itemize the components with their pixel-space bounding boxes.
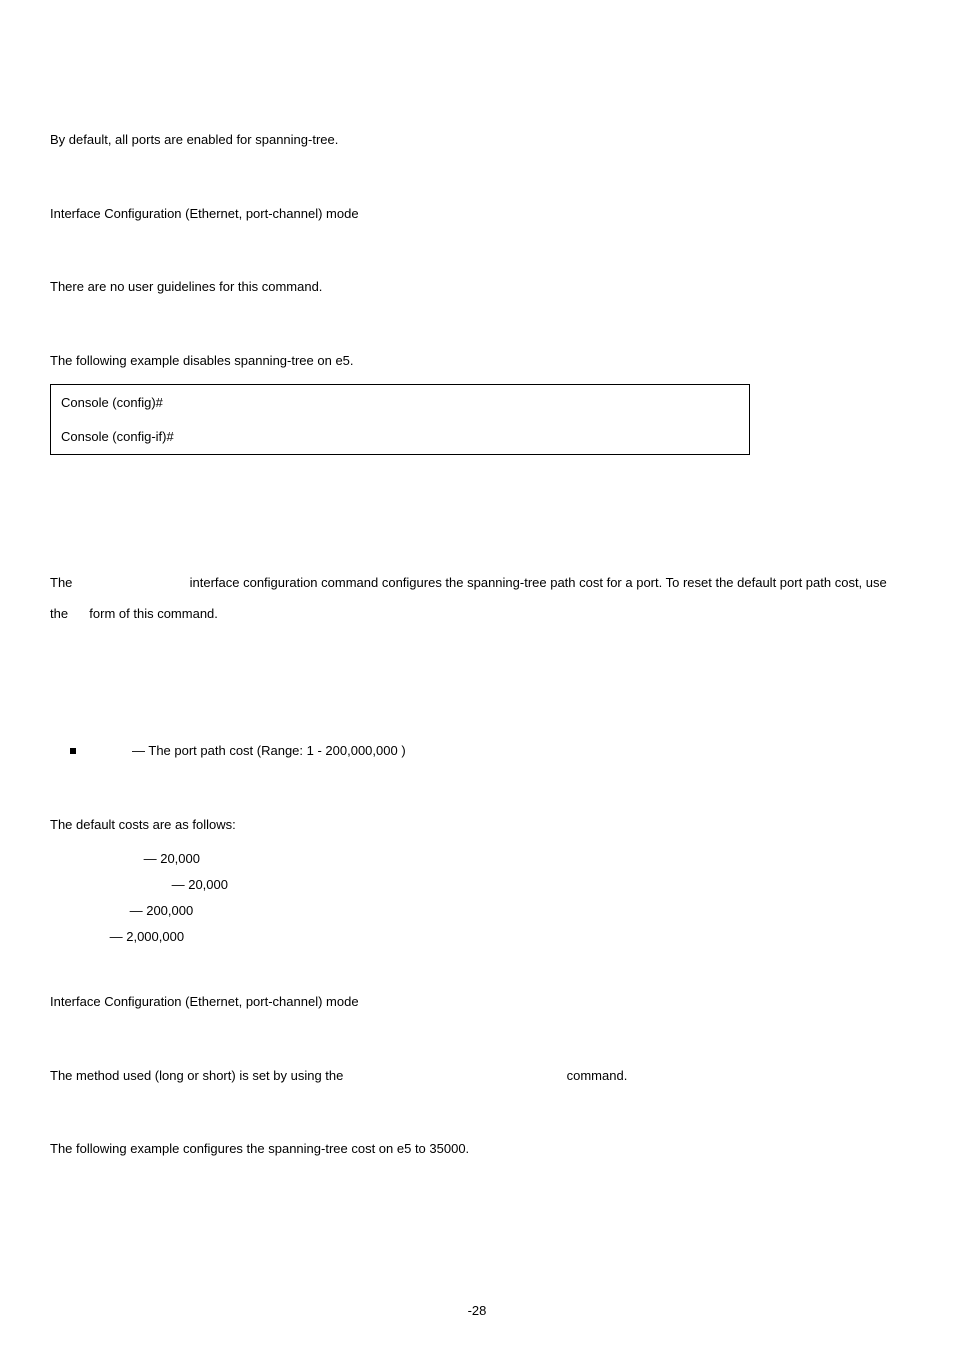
bullet-item: — The port path cost (Range: 1 - 200,000… bbox=[50, 741, 904, 761]
list-item: — 2,000,000 bbox=[50, 924, 904, 950]
command-mode-2: Interface Configuration (Ethernet, port-… bbox=[50, 992, 904, 1012]
cost-description: The interface configuration command conf… bbox=[50, 567, 904, 629]
cost-desc-post: form of this command. bbox=[86, 606, 218, 621]
list-item: — 20,000 bbox=[50, 872, 904, 898]
console-box-1: Console (config)# Console (config-if)# bbox=[50, 384, 750, 455]
bullet-text: — The port path cost (Range: 1 - 200,000… bbox=[132, 741, 406, 761]
list-item-text: — 20,000 bbox=[140, 851, 200, 866]
console-line-2: Console (config-if)# bbox=[61, 427, 739, 447]
console-line-1: Console (config)# bbox=[61, 393, 739, 413]
user-guidelines-1: There are no user guidelines for this co… bbox=[50, 277, 904, 297]
page-content: By default, all ports are enabled for sp… bbox=[0, 0, 954, 1159]
list-item: — 20,000 bbox=[50, 846, 904, 872]
list-item-text: — 200,000 bbox=[126, 903, 193, 918]
default-config-text: By default, all ports are enabled for sp… bbox=[50, 130, 904, 150]
list-item: — 200,000 bbox=[50, 898, 904, 924]
bullet-icon bbox=[70, 748, 76, 754]
default-costs-list: — 20,000 — 20,000 — 200,000 — 2,000,000 bbox=[50, 846, 904, 950]
user-guidelines-2: The method used (long or short) is set b… bbox=[50, 1066, 904, 1086]
command-mode-1: Interface Configuration (Ethernet, port-… bbox=[50, 204, 904, 224]
example-2-intro: The following example configures the spa… bbox=[50, 1139, 904, 1159]
list-item-text: — 2,000,000 bbox=[106, 929, 184, 944]
guidelines-2-post: command. bbox=[563, 1068, 627, 1083]
cost-desc-pre: The bbox=[50, 575, 76, 590]
list-item-text: — 20,000 bbox=[168, 877, 228, 892]
guidelines-2-pre: The method used (long or short) is set b… bbox=[50, 1068, 347, 1083]
default-costs-intro: The default costs are as follows: bbox=[50, 815, 904, 835]
example-1-intro: The following example disables spanning-… bbox=[50, 351, 904, 371]
page-footer: -28 bbox=[0, 1301, 954, 1321]
